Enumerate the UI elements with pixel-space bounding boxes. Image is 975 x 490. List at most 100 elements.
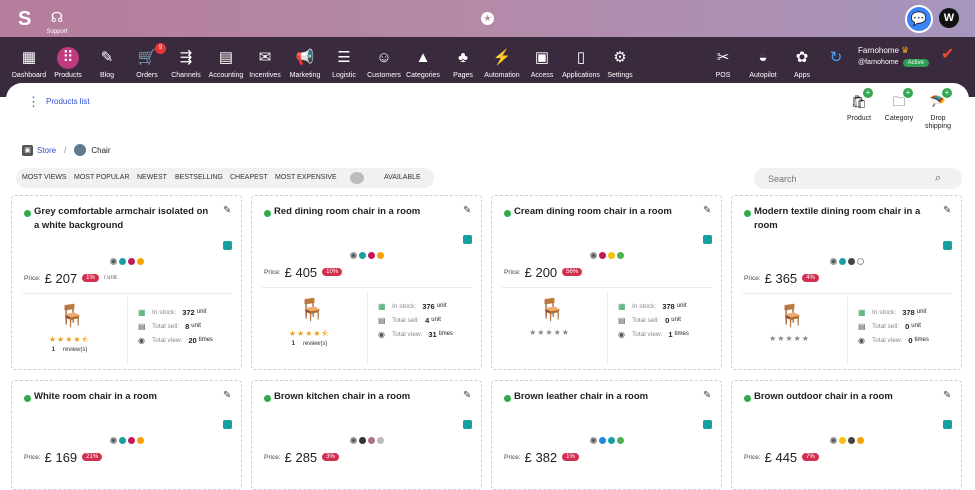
product-card[interactable]: Brown kitchen chair in a room ✎ Price: £ 28… [251,380,482,490]
color-swatch[interactable] [136,258,144,266]
color-swatch[interactable] [367,252,375,260]
search-icon[interactable]: ⌕ [935,172,941,185]
edit-icon[interactable]: ✎ [463,390,471,401]
refresh-button[interactable]: ↻ [814,47,858,69]
nav-item-marketing[interactable]: 📢 Marketing [283,47,327,79]
nav-item-settings[interactable]: ⚙ Settings [598,47,642,79]
quick-action-drop-shipping[interactable]: 🪂 + Drop shipping [918,88,958,131]
nav-item-products[interactable]: ⠿ Products [46,47,90,79]
product-card[interactable]: Red dining room chair in a room ✎ Price: £ … [251,195,482,370]
color-swatch[interactable] [127,258,135,266]
edit-icon[interactable]: ✎ [463,205,471,216]
quick-action-product[interactable]: 🛍 + Product [839,88,879,123]
edit-icon[interactable]: ✎ [703,205,711,216]
chat-button[interactable]: 💬 [905,5,933,33]
product-title[interactable]: Cream dining room chair in a room [514,205,689,219]
edit-icon[interactable]: ✎ [703,390,711,401]
account-info[interactable]: Farnohome ♛ @farnohome Active [858,45,938,67]
product-title[interactable]: Modern textile dining room chair in a ro… [754,205,929,233]
sort-most-expensive[interactable]: MOST EXPENSIVE [275,174,337,181]
product-thumbnail[interactable]: 🪑 [777,301,807,331]
edit-icon[interactable]: ✎ [943,205,951,216]
color-swatch[interactable] [856,258,864,266]
color-swatch[interactable] [829,258,837,266]
nav-item-logistic[interactable]: ☰ Logistic [322,47,366,79]
color-swatch[interactable] [856,437,864,445]
color-swatch[interactable] [376,252,384,260]
color-swatch[interactable] [598,437,606,445]
product-title[interactable]: Red dining room chair in a room [274,205,449,219]
color-swatch[interactable] [838,437,846,445]
nav-item-applications[interactable]: ▯ Applications [559,47,603,79]
sort-cheapest[interactable]: CHEAPEST [230,174,268,181]
color-swatch[interactable] [607,252,615,260]
edit-icon[interactable]: ✎ [223,390,231,401]
product-card[interactable]: Cream dining room chair in a room ✎ Price:… [491,195,722,370]
support-button[interactable]: ☊ Support [44,9,70,35]
edit-icon[interactable]: ✎ [943,390,951,401]
sort-bestselling[interactable]: BESTSELLING [175,174,223,181]
color-swatch[interactable] [118,437,126,445]
nav-item-dashboard[interactable]: ▦ Dashboard [7,47,51,79]
color-swatch[interactable] [607,437,615,445]
edit-icon[interactable]: ✎ [223,205,231,216]
nav-item-customers[interactable]: ☺ Customers [362,47,406,79]
color-swatch[interactable] [118,258,126,266]
sort-most-views[interactable]: MOST VIEWS [22,174,67,181]
color-swatch[interactable] [598,252,606,260]
product-card[interactable]: Brown leather chair in a room ✎ Price: £ 38… [491,380,722,490]
quick-action-category[interactable]: 🗀 + Category [879,88,919,123]
review-count[interactable]: 1 review(s) [12,347,127,353]
product-title[interactable]: Brown outdoor chair in a room [754,390,929,404]
sort-newest[interactable]: NEWEST [137,174,167,181]
channel-icon[interactable] [463,235,472,244]
nav-item-accounting[interactable]: ▤ Accounting [204,47,248,79]
color-swatch[interactable] [127,437,135,445]
nav-item-automation[interactable]: ⚡ Automation [480,47,524,79]
product-card[interactable]: White room chair in a room ✎ Price: £ 169 21… [11,380,242,490]
app-logo[interactable]: S [18,9,36,29]
search-input[interactable] [754,168,962,189]
nav-item-blog[interactable]: ✎ Blog [85,47,129,79]
product-title[interactable]: Grey comfortable armchair isolated on a … [34,205,209,233]
product-title[interactable]: White room chair in a room [34,390,209,404]
nav-item-orders[interactable]: 🛒 9 Orders [125,43,169,79]
sort-most-popular[interactable]: MOST POPULAR [74,174,130,181]
color-swatch[interactable] [616,252,624,260]
nav-item-channels[interactable]: ⇶ Channels [164,47,208,79]
color-swatch[interactable] [367,437,375,445]
color-swatch[interactable] [136,437,144,445]
color-swatch[interactable] [847,437,855,445]
nav-item-autopilot[interactable]: ◒ Autopilot [741,47,785,79]
color-swatch[interactable] [358,437,366,445]
product-thumbnail[interactable]: 🪑 [57,301,87,331]
product-title[interactable]: Brown leather chair in a room [514,390,689,404]
more-options-icon[interactable]: ⋮ [27,95,40,108]
color-swatch[interactable] [847,258,855,266]
nav-item-incentives[interactable]: ✉ Incentives [243,47,287,79]
available-toggle[interactable] [350,172,364,184]
channel-icon[interactable] [703,420,712,429]
channel-icon[interactable] [943,420,952,429]
nav-item-pages[interactable]: ♣ Pages [441,47,485,79]
product-thumbnail[interactable]: 🪑 [537,295,567,325]
channel-icon[interactable] [943,241,952,250]
nav-item-categories[interactable]: ▲ Categories [401,47,445,79]
color-swatch[interactable] [589,252,597,260]
product-thumbnail[interactable]: 🪑 [297,295,327,325]
color-swatch[interactable] [358,252,366,260]
color-swatch[interactable] [838,258,846,266]
channel-icon[interactable] [463,420,472,429]
breadcrumb-store[interactable]: Store [37,146,56,155]
color-swatch[interactable] [349,437,357,445]
color-swatch[interactable] [376,437,384,445]
product-card[interactable]: Brown outdoor chair in a room ✎ Price: £ 44… [731,380,962,490]
channel-icon[interactable] [223,420,232,429]
color-swatch[interactable] [616,437,624,445]
color-swatch[interactable] [829,437,837,445]
brand-logo-icon[interactable]: ✔ [941,45,963,65]
user-avatar[interactable]: W [939,8,959,28]
review-count[interactable]: 1 review(s) [252,341,367,347]
color-swatch[interactable] [589,437,597,445]
nav-item-pos[interactable]: ✂ POS [701,47,745,79]
